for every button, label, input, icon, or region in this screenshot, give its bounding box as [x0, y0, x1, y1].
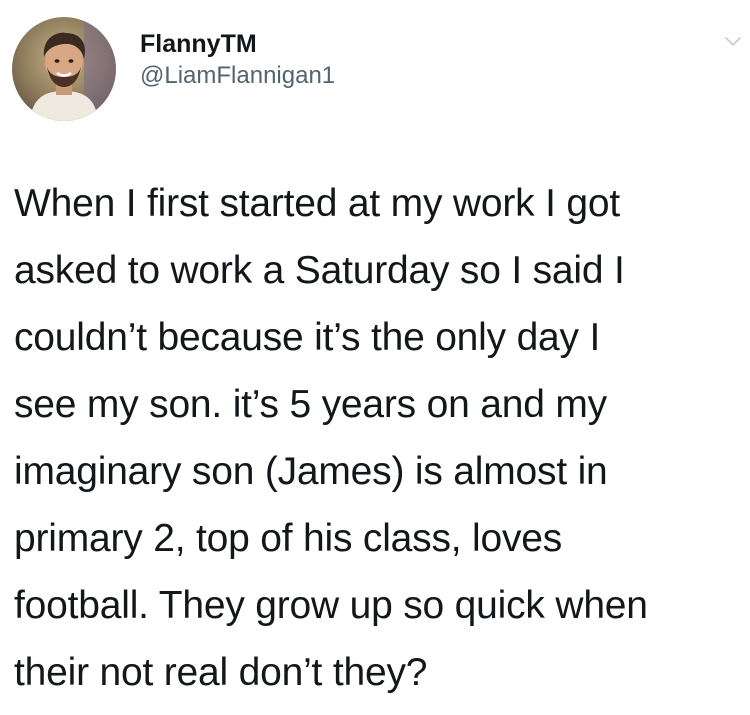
- tweet-text-line: When I first started at my work I got: [14, 182, 620, 225]
- author-names: FlannyTM @LiamFlannigan1: [140, 29, 335, 91]
- avatar-photo: [12, 17, 116, 121]
- tweet-text-line: asked to work a Saturday so I said I: [14, 249, 625, 292]
- tweet-card: FlannyTM @LiamFlannigan1 When I first st…: [0, 0, 750, 715]
- tweet-text-line: their not real don’t they?: [14, 651, 428, 694]
- tweet-text-line: primary 2, top of his class, loves: [14, 517, 563, 560]
- tweet-header: FlannyTM @LiamFlannigan1: [12, 17, 335, 121]
- tweet-text-line: imaginary son (James) is almost in: [14, 450, 608, 493]
- chevron-down-icon[interactable]: [722, 30, 744, 52]
- tweet-text-line: football. They grow up so quick when: [14, 584, 648, 627]
- tweet-text-line: see my son. it’s 5 years on and my: [14, 383, 607, 426]
- tweet-text: When I first started at my work I got as…: [14, 170, 742, 706]
- tweet-text-line: couldn’t because it’s the only day I: [14, 316, 601, 359]
- display-name[interactable]: FlannyTM: [140, 29, 335, 59]
- user-handle[interactable]: @LiamFlannigan1: [140, 61, 335, 91]
- avatar[interactable]: [12, 17, 116, 121]
